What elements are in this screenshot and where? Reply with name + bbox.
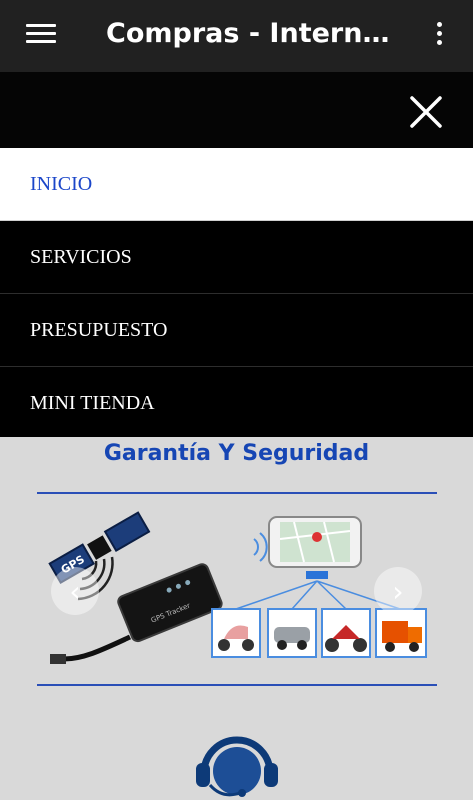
app-title: Compras - Internacionales <box>106 18 406 49</box>
close-icon[interactable] <box>404 90 448 134</box>
drawer-header <box>0 72 473 148</box>
main-content: Garantía Y Seguridad GPS GPS Tracker ‹ › <box>0 437 473 800</box>
menu-item-label: SERVICIOS <box>30 245 132 268</box>
hamburger-icon[interactable] <box>26 24 56 48</box>
chevron-right-icon[interactable]: › <box>374 567 422 615</box>
menu-item-inicio[interactable]: INICIO <box>0 148 473 221</box>
more-vertical-icon[interactable] <box>432 22 446 50</box>
menu-item-label: INICIO <box>30 172 93 195</box>
app-bar: Compras - Internacionales <box>0 0 473 72</box>
menu-item-presupuesto[interactable]: PRESUPUESTO <box>0 294 473 367</box>
divider <box>37 684 437 686</box>
chevron-left-icon[interactable]: ‹ <box>51 567 99 615</box>
divider <box>37 492 437 494</box>
drawer-menu: INICIO SERVICIOS PRESUPUESTO MINI TIENDA <box>0 148 473 440</box>
menu-item-mini-tienda[interactable]: MINI TIENDA <box>0 367 473 440</box>
headset-support-icon <box>192 713 282 800</box>
menu-item-label: PRESUPUESTO <box>30 318 168 341</box>
section-title: Garantía Y Seguridad <box>103 441 370 466</box>
menu-item-label: MINI TIENDA <box>30 391 155 414</box>
image-carousel[interactable]: GPS GPS Tracker ‹ › <box>34 509 439 679</box>
menu-item-servicios[interactable]: SERVICIOS <box>0 221 473 294</box>
